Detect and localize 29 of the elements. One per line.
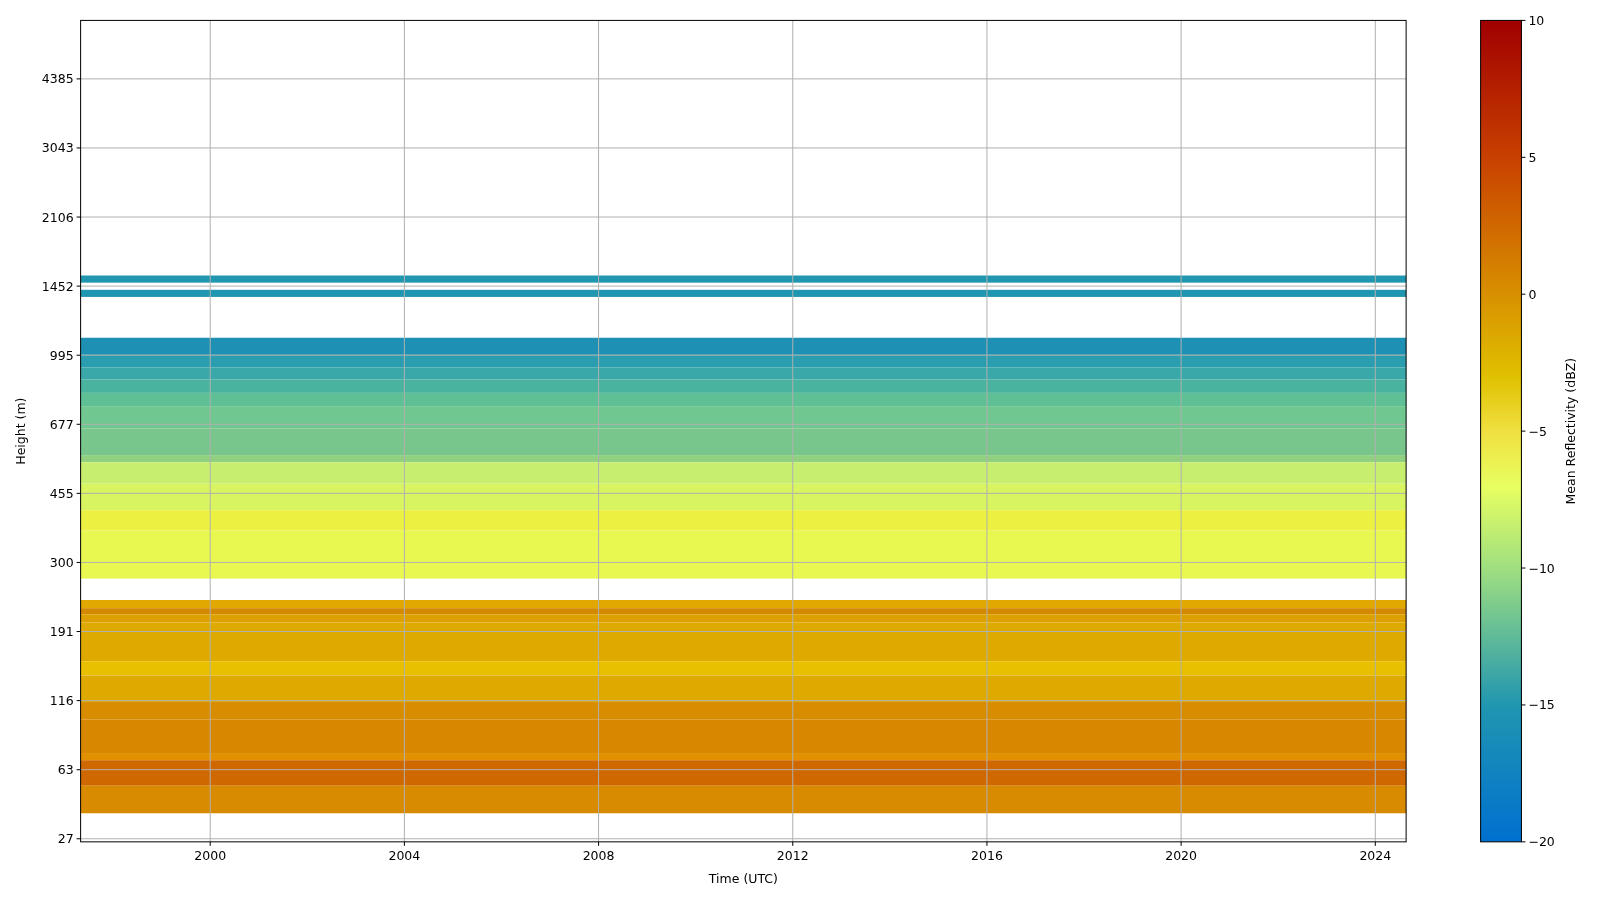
tick-label: 300 — [49, 554, 74, 570]
tick-label: −5 — [1528, 423, 1547, 439]
tick-label: 2016 — [971, 847, 1003, 863]
tick-label: 455 — [49, 485, 74, 501]
tick-label: 1452 — [41, 278, 74, 294]
tick-label: 2000 — [194, 847, 227, 863]
tick-label: 2020 — [1165, 847, 1198, 863]
tick-label: 191 — [49, 624, 74, 640]
tick-label: 116 — [49, 693, 74, 709]
tick-label: −20 — [1528, 834, 1555, 850]
axis-label: Time (UTC) — [708, 871, 778, 886]
tick-label: 63 — [57, 762, 74, 778]
tick-label: 2024 — [1359, 847, 1392, 863]
tick-label: 2004 — [388, 847, 421, 863]
tick-label: 0 — [1528, 286, 1537, 302]
tick-label: 5 — [1528, 149, 1537, 165]
axis-label: Height (m) — [13, 397, 28, 465]
tick-label: 995 — [49, 347, 74, 363]
tick-label: 2106 — [41, 209, 74, 225]
tick-label: 4385 — [41, 71, 74, 87]
tick-label: −15 — [1528, 697, 1555, 713]
tick-label: 677 — [49, 416, 74, 432]
tick-label: 2012 — [776, 847, 809, 863]
axis-label: Mean Reflectivity (dBZ) — [1563, 357, 1578, 505]
tick-label: 3043 — [41, 140, 74, 156]
tick-label: −10 — [1528, 560, 1555, 576]
tick-label: 10 — [1528, 12, 1545, 28]
tick-label: 27 — [57, 831, 74, 847]
tick-label: 2008 — [582, 847, 615, 863]
